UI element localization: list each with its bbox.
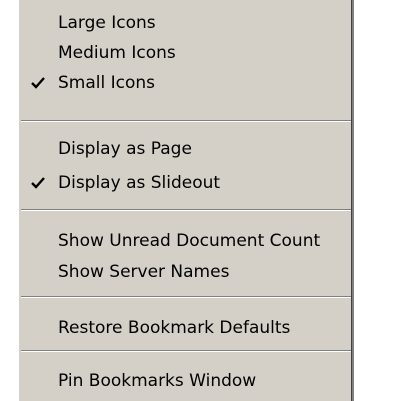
menu-item-label: Show Unread Document Count <box>58 231 321 251</box>
menu-item-show-unread-document-count[interactable]: Show Unread Document Count <box>19 226 352 256</box>
menu-item-medium-icons[interactable]: Medium Icons <box>19 38 352 68</box>
menu-item-small-icons[interactable]: Small Icons <box>19 68 352 98</box>
menu-separator <box>21 209 351 211</box>
menu-separator <box>21 350 351 352</box>
menu-item-show-server-names[interactable]: Show Server Names <box>19 257 352 287</box>
menu-item-label: Small Icons <box>58 73 156 93</box>
menu-item-label: Show Server Names <box>58 262 230 282</box>
menu-item-label: Display as Page <box>58 139 192 159</box>
check-icon <box>31 177 45 189</box>
menu-item-display-as-slideout[interactable]: Display as Slideout <box>19 168 352 198</box>
menu-separator <box>21 120 351 122</box>
menu-separator <box>21 296 351 298</box>
menu-item-label: Restore Bookmark Defaults <box>58 318 291 338</box>
menu-item-display-as-page[interactable]: Display as Page <box>19 134 352 164</box>
context-menu: Large Icons Medium Icons Small Icons Dis… <box>18 0 354 401</box>
menu-item-restore-bookmark-defaults[interactable]: Restore Bookmark Defaults <box>19 313 352 343</box>
menu-item-label: Pin Bookmarks Window <box>58 371 257 391</box>
menu-item-label: Medium Icons <box>58 43 176 63</box>
menu-item-label: Large Icons <box>58 13 156 33</box>
menu-item-large-icons[interactable]: Large Icons <box>19 8 352 38</box>
check-icon <box>31 77 45 89</box>
menu-item-label: Display as Slideout <box>58 173 221 193</box>
menu-item-pin-bookmarks-window[interactable]: Pin Bookmarks Window <box>19 366 352 396</box>
